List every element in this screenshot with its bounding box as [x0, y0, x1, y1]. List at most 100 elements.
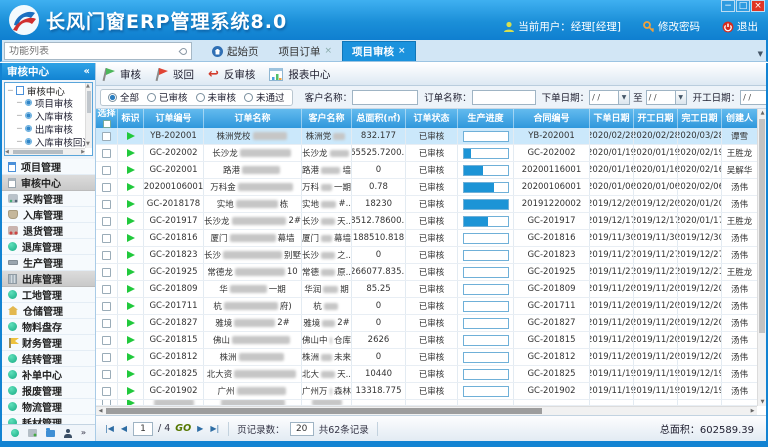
next-page-button[interactable]: ▶ [196, 424, 204, 433]
first-page-button[interactable]: |◀ [104, 424, 115, 433]
sidebar-item-inbound[interactable]: 入库管理 [2, 207, 95, 223]
table-row[interactable]: YB-202001株洲党校株洲党832.177已审核YB-2020012020/… [96, 128, 757, 145]
grid-vertical-scrollbar[interactable]: ▲ ▼ [757, 109, 766, 406]
sidebar-item-outbound[interactable]: 出库管理 [2, 271, 95, 287]
row-checkbox[interactable] [102, 149, 111, 158]
status-radio-checked[interactable]: 全部 [108, 90, 139, 104]
order-date-dropdown-icon[interactable]: ▼ [619, 90, 630, 105]
table-row[interactable]: GC-201711杭府)杭0已审核GC-2017112019/11/202019… [96, 298, 757, 315]
column-header-4[interactable]: 订单名称 [204, 109, 302, 128]
go-button[interactable]: GO [175, 423, 191, 434]
unaudit-button[interactable]: ↩反审核 [208, 67, 255, 82]
row-checkbox[interactable] [102, 387, 111, 396]
sidebar-item-consumables[interactable]: 耗材管理 [2, 415, 95, 424]
logout-button[interactable]: 退出 [722, 19, 758, 34]
row-checkbox[interactable] [102, 251, 111, 260]
grid-horizontal-scrollbar[interactable]: ◀ ▶ [96, 406, 757, 415]
sidebar-item-audit-center[interactable]: 审核中心 [2, 175, 95, 191]
close-tab-icon[interactable]: × [398, 47, 406, 56]
tab-project-audit[interactable]: 项目审核× [342, 41, 416, 61]
table-row[interactable]: GC-201823长沙别墅长沙之..0已审核GC-2018232019/11/2… [96, 247, 757, 264]
row-checkbox[interactable] [102, 336, 111, 345]
table-row[interactable]: GC-201825北大资北大天..10440已审核GC-2018252019/1… [96, 366, 757, 383]
column-header-3[interactable]: 订单编号 [144, 109, 204, 128]
minimize-button[interactable]: − [721, 0, 735, 12]
row-checkbox[interactable] [102, 285, 111, 294]
sidebar-item-worksite[interactable]: 工地管理 [2, 287, 95, 303]
sidebar-item-production[interactable]: 生产管理 [2, 255, 95, 271]
folder-icon[interactable] [46, 430, 55, 437]
table-row[interactable]: GC-201816厦门幕墙厦门幕墙188510.818已审核GC-2018162… [96, 230, 757, 247]
start-date-input[interactable]: / / [740, 90, 766, 105]
sidebar-item-material-inventory[interactable]: 物料盘存 [2, 319, 95, 335]
column-header-12[interactable]: 完工日期 [678, 109, 722, 128]
report-center-button[interactable]: 报表中心 [269, 67, 330, 82]
close-button[interactable]: × [751, 0, 765, 12]
sidebar-item-purchase[interactable]: 采购管理 [2, 191, 95, 207]
row-checkbox[interactable] [102, 166, 111, 175]
row-checkbox[interactable] [102, 353, 111, 362]
status-radio-option[interactable]: 已审核 [147, 90, 188, 104]
column-header-10[interactable]: 下单日期 [590, 109, 634, 128]
dot-icon[interactable] [11, 429, 19, 437]
tree-node[interactable]: ─出库审核 [5, 122, 92, 135]
sidebar-item-logistics[interactable]: 物流管理 [2, 399, 95, 415]
sidebar-item-project-management[interactable]: 项目管理 [2, 159, 95, 175]
table-row[interactable]: GC-201827雅境2#雅境2#0已审核GC-2018272019/11/20… [96, 315, 757, 332]
tab-overflow-icon[interactable]: ▼ [758, 50, 763, 58]
sidebar-item-finance[interactable]: 财务管理 [2, 335, 95, 351]
pin-icon[interactable] [179, 46, 189, 56]
row-checkbox[interactable] [102, 234, 111, 243]
maximize-button[interactable]: □ [736, 0, 750, 12]
order-name-input[interactable] [472, 90, 536, 105]
change-password-button[interactable]: 修改密码 [643, 19, 700, 34]
column-header-5[interactable]: 客户名称 [302, 109, 352, 128]
row-checkbox[interactable] [102, 217, 111, 226]
column-header-7[interactable]: 订单状态 [406, 109, 458, 128]
sidebar-item-return-stock[interactable]: 退库管理 [2, 239, 95, 255]
tree-node[interactable]: ─入库审核回退 [5, 135, 92, 148]
sidebar-item-supplement-center[interactable]: 补单中心 [2, 367, 95, 383]
select-all-checkbox[interactable] [103, 120, 111, 128]
tree-root-node[interactable]: ─ 审核中心 [5, 83, 92, 96]
sidebar-item-carryover[interactable]: 结转管理 [2, 351, 95, 367]
order-date-to-input[interactable]: / / [646, 90, 676, 105]
row-checkbox[interactable] [102, 183, 111, 192]
status-radio-option[interactable]: 未审核 [196, 90, 237, 104]
column-header-2[interactable]: 标识 [118, 109, 144, 128]
order-date-input[interactable]: / / [589, 90, 619, 105]
table-row[interactable]: 20200106001万科金万科一期0.78已审核202001060012020… [96, 179, 757, 196]
sidebar-item-warehouse[interactable]: 仓储管理 [2, 303, 95, 319]
cart-icon[interactable] [28, 429, 37, 437]
column-header-8[interactable]: 生产进度 [458, 109, 514, 128]
table-row[interactable]: GC-201925常德龙10常德原..266077.835..已审核GC-201… [96, 264, 757, 281]
page-size-input[interactable] [290, 422, 314, 436]
tree-vertical-scrollbar[interactable]: ▲ ▼ [85, 83, 92, 148]
column-header-11[interactable]: 开工日期 [634, 109, 678, 128]
prev-page-button[interactable]: ◀ [120, 424, 128, 433]
order-date-to-dropdown-icon[interactable]: ▼ [676, 90, 687, 105]
last-page-button[interactable]: ▶| [209, 424, 220, 433]
customer-name-input[interactable] [352, 90, 418, 105]
column-header-6[interactable]: 总面积(㎡) [352, 109, 406, 128]
sidebar-item-return-goods[interactable]: 退货管理 [2, 223, 95, 239]
more-icon[interactable]: » [81, 429, 86, 437]
tab-home[interactable]: 起始页 [202, 41, 269, 61]
table-row[interactable]: GC-201809华一期华润期85.25已审核GC-2018092019/11/… [96, 281, 757, 298]
row-checkbox[interactable] [102, 302, 111, 311]
column-header-9[interactable]: 合同编号 [514, 109, 590, 128]
function-search-input[interactable] [9, 46, 180, 57]
table-row[interactable]: GC-201815佛山佛山中仓库2626已审核GC-2018152019/11/… [96, 332, 757, 349]
row-checkbox[interactable] [102, 132, 111, 141]
person-icon[interactable] [64, 429, 72, 438]
status-radio-option[interactable]: 未通过 [244, 90, 285, 104]
table-row[interactable]: GC-201902广州广州万森林13318.775已审核GC-201902201… [96, 383, 757, 400]
close-tab-icon[interactable]: × [325, 47, 333, 56]
tree-horizontal-scrollbar[interactable]: ◀ ▶ [5, 148, 85, 155]
tab-project-orders[interactable]: 项目订单× [269, 41, 343, 61]
table-row[interactable]: GC-202001路港路港墙0已审核202001160012020/01/162… [96, 162, 757, 179]
table-row[interactable]: GC-202002长沙龙长沙龙65525.7200..已审核GC-2020022… [96, 145, 757, 162]
row-checkbox[interactable] [102, 370, 111, 379]
table-row[interactable]: GC-201917长沙龙2#长沙天..8512.78600..已审核GC-201… [96, 213, 757, 230]
collapse-panel-icon[interactable]: « [84, 66, 90, 77]
